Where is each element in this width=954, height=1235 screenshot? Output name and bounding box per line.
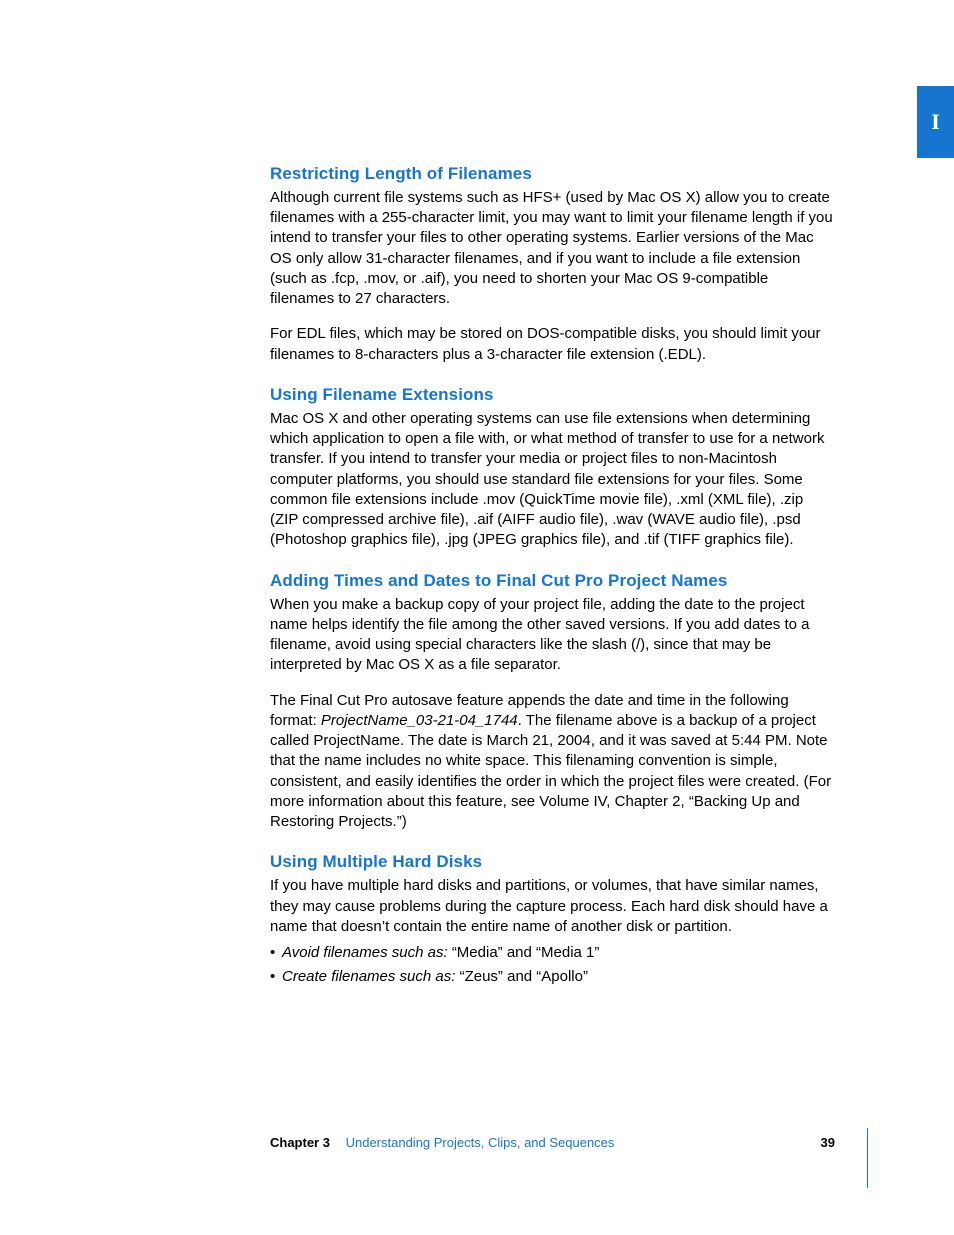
page-content: Restricting Length of Filenames Although… bbox=[270, 163, 835, 1007]
text-run: . The filename above is a backup of a pr… bbox=[270, 712, 831, 830]
body-paragraph: Although current file systems such as HF… bbox=[270, 188, 835, 310]
footer-left: Chapter 3 Understanding Projects, Clips,… bbox=[270, 1134, 614, 1152]
bullet-label: Avoid filenames such as: bbox=[282, 944, 452, 961]
heading: Using Multiple Hard Disks bbox=[270, 851, 835, 874]
body-paragraph: When you make a backup copy of your proj… bbox=[270, 595, 835, 676]
body-paragraph: The Final Cut Pro autosave feature appen… bbox=[270, 691, 835, 833]
list-item: Avoid filenames such as: “Media” and “Me… bbox=[282, 943, 835, 963]
section-multiple-disks: Using Multiple Hard Disks If you have mu… bbox=[270, 851, 835, 987]
bullet-label: Create filenames such as: bbox=[282, 968, 460, 985]
section-times-dates: Adding Times and Dates to Final Cut Pro … bbox=[270, 570, 835, 833]
body-paragraph: If you have multiple hard disks and part… bbox=[270, 876, 835, 937]
bullet-text: “Zeus” and “Apollo” bbox=[460, 968, 588, 985]
section-tab: I bbox=[917, 86, 954, 158]
page-footer: Chapter 3 Understanding Projects, Clips,… bbox=[270, 1134, 835, 1152]
body-paragraph: For EDL files, which may be stored on DO… bbox=[270, 324, 835, 365]
section-filename-extensions: Using Filename Extensions Mac OS X and o… bbox=[270, 384, 835, 551]
list-item: Create filenames such as: “Zeus” and “Ap… bbox=[282, 967, 835, 987]
heading: Restricting Length of Filenames bbox=[270, 163, 835, 186]
bullet-text: “Media” and “Media 1” bbox=[452, 944, 600, 961]
chapter-number: Chapter 3 bbox=[270, 1135, 330, 1150]
page-number: 39 bbox=[821, 1134, 835, 1152]
heading: Adding Times and Dates to Final Cut Pro … bbox=[270, 570, 835, 593]
chapter-title: Understanding Projects, Clips, and Seque… bbox=[346, 1135, 615, 1150]
margin-rule bbox=[867, 1128, 868, 1188]
body-paragraph: Mac OS X and other operating systems can… bbox=[270, 409, 835, 551]
heading: Using Filename Extensions bbox=[270, 384, 835, 407]
bullet-list: Avoid filenames such as: “Media” and “Me… bbox=[270, 943, 835, 988]
example-filename: ProjectName_03-21-04_1744 bbox=[321, 712, 518, 729]
section-restricting-length: Restricting Length of Filenames Although… bbox=[270, 163, 835, 365]
